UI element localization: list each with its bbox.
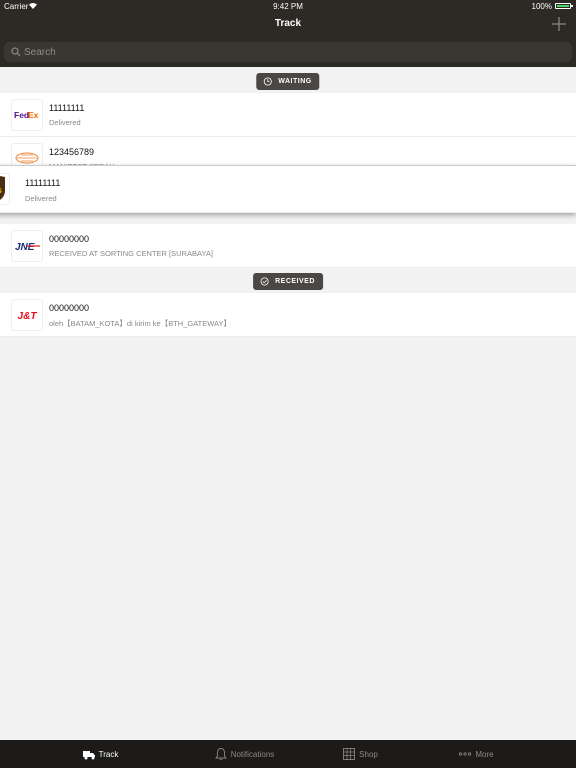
search-bar <box>0 40 576 67</box>
battery-icon <box>555 3 573 9</box>
svg-text:Fed: Fed <box>14 110 29 120</box>
shipment-row-ups[interactable]: ups 11111111 Delivered <box>0 165 576 213</box>
clock-icon <box>263 77 272 86</box>
jnt-logo: J&T <box>11 299 43 331</box>
section-header-waiting: WAITING <box>0 68 576 94</box>
battery-percentage: 100% <box>531 2 552 11</box>
tab-track[interactable]: Track <box>28 740 172 768</box>
received-badge: RECEIVED <box>253 273 323 290</box>
tab-label: Track <box>98 749 119 759</box>
svg-text:JNE: JNE <box>15 242 35 253</box>
truck-icon <box>82 751 95 760</box>
add-button[interactable] <box>550 15 568 33</box>
waiting-label: WAITING <box>278 78 312 85</box>
shipment-status: Delivered <box>25 194 57 203</box>
shipment-row-fedex[interactable]: Fed Ex 11111111 Delivered <box>0 93 576 137</box>
search-icon <box>11 47 21 57</box>
section-header-received: RECEIVED <box>0 268 576 294</box>
tracking-number: 11111111 <box>49 103 85 113</box>
shipment-status: oleh【BATAM_KOTA】di kirim ke【BTH_GATEWAY】 <box>49 319 231 328</box>
search-input[interactable] <box>24 42 564 62</box>
waiting-badge: WAITING <box>256 73 320 90</box>
tracking-number: 00000000 <box>49 234 90 244</box>
bell-icon <box>214 748 227 761</box>
svg-text:ups: ups <box>0 185 2 195</box>
shipment-status: Delivered <box>49 118 81 127</box>
tab-label: More <box>475 749 494 759</box>
tracking-number: 11111111 <box>25 178 61 188</box>
received-label: RECEIVED <box>275 278 315 285</box>
tab-more[interactable]: More <box>404 740 548 768</box>
shipment-row-jnt[interactable]: J&T 00000000 oleh【BATAM_KOTA】di kirim ke… <box>0 293 576 337</box>
search-field[interactable] <box>4 42 572 62</box>
check-circle-icon <box>260 277 269 286</box>
tracking-number: 123456789 <box>49 147 95 157</box>
shipment-row-jne[interactable]: JNE 00000000 RECEIVED AT SORTING CENTER … <box>0 224 576 268</box>
shipment-status: RECEIVED AT SORTING CENTER [SURABAYA] <box>49 249 213 258</box>
tab-bar: Track Notifications Shop More <box>0 740 576 768</box>
page-title: Track <box>274 18 302 29</box>
clock: 9:42 PM <box>273 2 303 11</box>
fedex-logo: Fed Ex <box>11 99 43 131</box>
status-bar: Carrier 9:42 PM 100% <box>0 0 576 12</box>
ups-logo: ups <box>0 173 10 205</box>
svg-text:Ex: Ex <box>28 110 39 120</box>
more-icon <box>459 752 472 756</box>
svg-text:J&T: J&T <box>18 311 38 322</box>
tracking-number: 00000000 <box>49 303 90 313</box>
shop-icon <box>343 748 356 760</box>
navigation-bar: Track <box>0 12 576 40</box>
jne-logo: JNE <box>11 230 43 262</box>
tab-label: Shop <box>359 749 378 759</box>
tab-label: Notifications <box>230 749 275 759</box>
